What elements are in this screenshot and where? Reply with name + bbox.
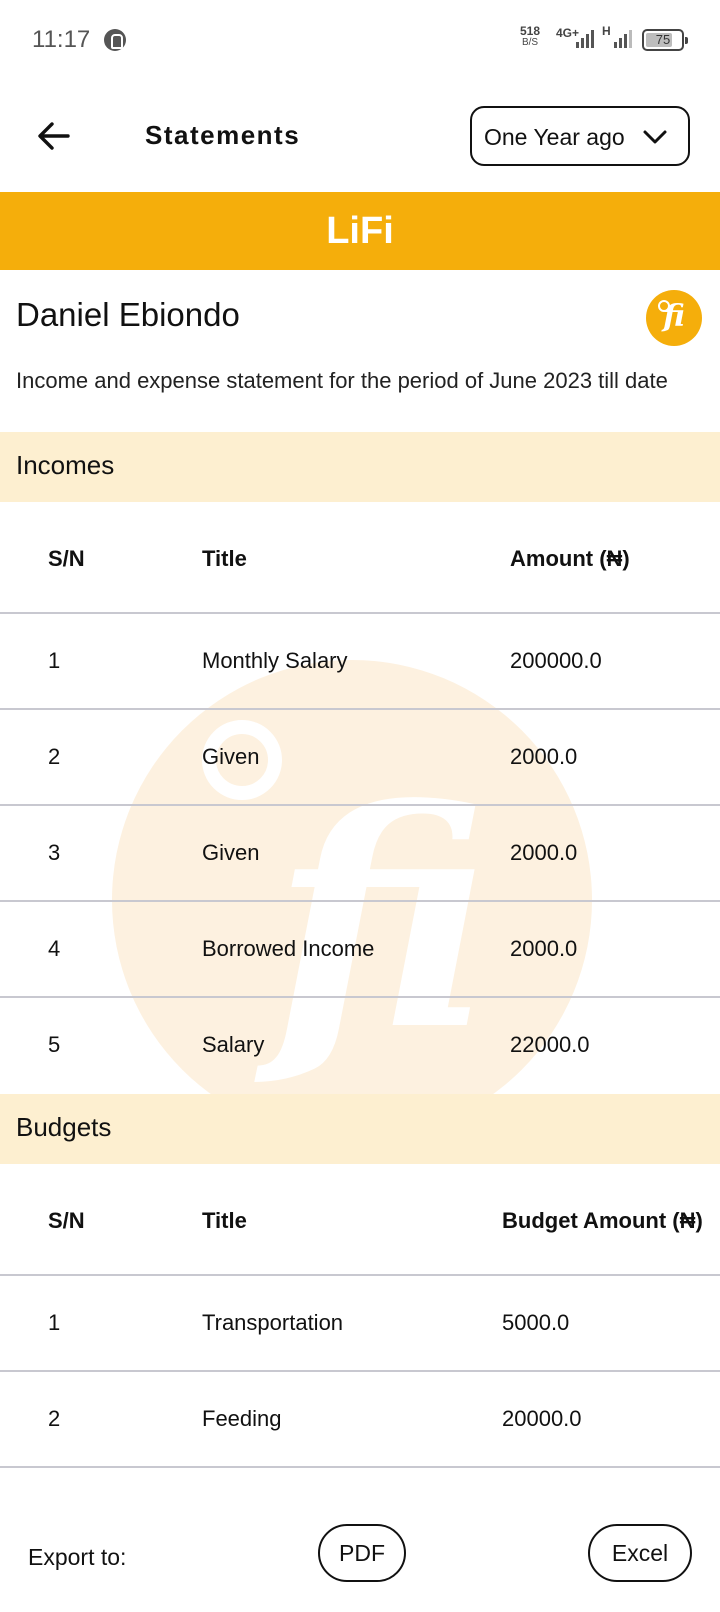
table-row: 2 Given 2000.0 [0,710,720,806]
row-sn: 3 [48,840,61,865]
arrow-left-icon [38,122,70,150]
network-type-secondary: H [602,24,611,38]
export-label: Export to: [28,1544,127,1570]
export-excel-button[interactable]: Excel [588,1524,692,1582]
table-row: 4 Borrowed Income 2000.0 [0,902,720,998]
table-row: 5 Salary 22000.0 [0,998,720,1094]
user-name: Daniel Ebiondo [16,296,240,333]
period-dropdown[interactable]: One Year ago [470,106,690,166]
row-amount: 2000.0 [510,744,578,769]
row-amount: 5000.0 [502,1310,570,1335]
budgets-section-title: Budgets [16,1112,112,1142]
row-sn: 4 [48,936,61,961]
app-logo: fi [646,290,702,346]
network-speed-value: 518 [520,24,541,38]
table-header-row: S/N Title Amount (₦) [0,502,720,614]
row-title: Feeding [202,1406,282,1431]
column-header-sn: S/N [48,546,85,571]
network-speed: 518 B/S [520,25,540,49]
battery-level: 75 [655,32,671,47]
brand-banner: LiFi [0,192,720,270]
row-title: Given [202,744,260,769]
table-row: 1 Transportation 5000.0 [0,1276,720,1372]
chevron-down-icon [643,130,667,144]
row-title: Given [202,840,260,865]
back-button[interactable] [34,116,74,156]
signal-strength-icon [576,28,594,48]
row-title: Salary [202,1032,265,1057]
brand-name: LiFi [326,210,394,252]
row-amount: 2000.0 [510,936,578,961]
table-row: 1 Monthly Salary 200000.0 [0,614,720,710]
row-sn: 1 [48,1310,61,1335]
privacy-shield-icon [104,29,126,51]
row-sn: 5 [48,1032,61,1057]
column-header-budget-amount: Budget Amount (₦) [502,1208,703,1233]
table-row: 2 Feeding 20000.0 [0,1372,720,1468]
incomes-section-title: Incomes [16,450,115,480]
row-amount: 200000.0 [510,648,602,673]
table-row: 3 Given 2000.0 [0,806,720,902]
export-bar: Export to: PDF Excel [0,1500,720,1612]
export-pdf-button[interactable]: PDF [318,1524,406,1582]
column-header-title: Title [202,1208,247,1233]
budgets-section-header: Budgets [0,1094,720,1164]
incomes-section-header: Incomes [0,432,720,502]
column-header-amount: Amount (₦) [510,546,630,571]
app-bar: Statements One Year ago [0,100,720,172]
signal-strength-secondary-icon [614,28,632,48]
row-amount: 22000.0 [510,1032,590,1057]
row-title: Transportation [202,1310,344,1335]
row-title: Borrowed Income [202,936,375,961]
budgets-table: S/N Title Budget Amount (₦) 1 Transporta… [0,1164,720,1468]
statement-description: Income and expense statement for the per… [16,368,668,393]
battery-icon: 75 [642,29,688,51]
row-amount: 2000.0 [510,840,578,865]
incomes-table: S/N Title Amount (₦) 1 Monthly Salary 20… [0,502,720,1094]
row-sn: 1 [48,648,61,673]
status-bar: 11:17 518 B/S 4G+ H 75 [0,0,720,80]
column-header-sn: S/N [48,1208,85,1233]
table-header-row: S/N Title Budget Amount (₦) [0,1164,720,1276]
network-speed-unit: B/S [521,37,539,48]
period-selected-value: One Year ago [484,124,625,150]
row-title: Monthly Salary [202,648,348,673]
status-time: 11:17 [32,26,91,53]
row-amount: 20000.0 [502,1406,582,1431]
column-header-title: Title [202,546,247,571]
page-title: Statements [145,120,301,150]
row-sn: 2 [48,744,61,769]
row-sn: 2 [48,1406,61,1431]
